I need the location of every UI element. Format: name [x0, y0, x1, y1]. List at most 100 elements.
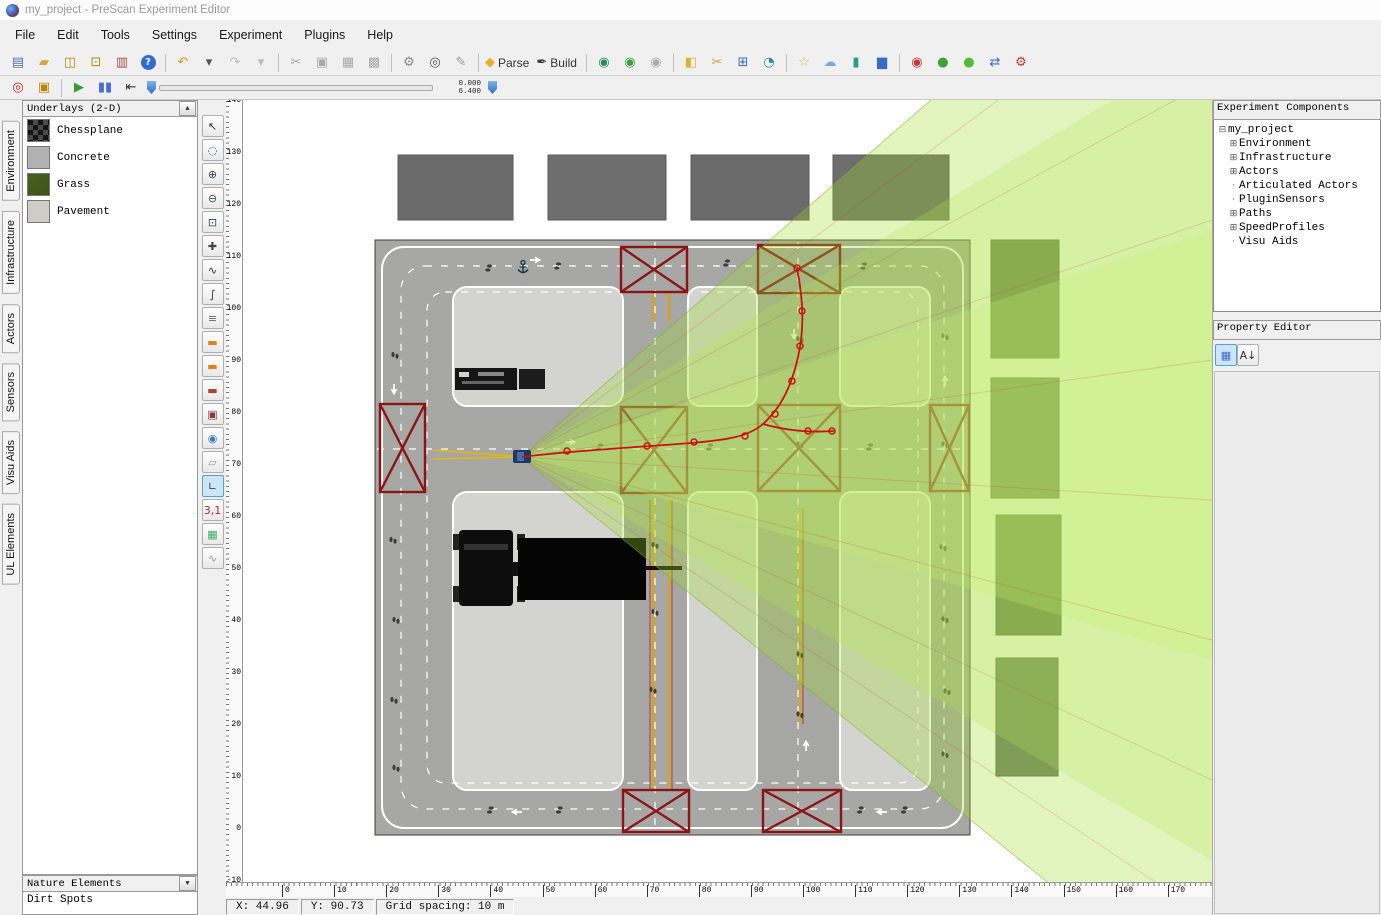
menu-experiment[interactable]: Experiment	[208, 23, 293, 47]
scroll-down-button[interactable]: ▼	[179, 876, 196, 891]
export-button[interactable]: ⇄	[982, 51, 1008, 75]
road-junction-tool-button[interactable]: ▬	[201, 379, 224, 401]
spline-tool-button[interactable]: ∫	[201, 283, 224, 305]
timeline-slider-track[interactable]	[159, 84, 433, 91]
expand-icon[interactable]: ⊞	[1228, 167, 1239, 177]
redo-button[interactable]: ↷	[222, 51, 248, 75]
redo-dropdown-button[interactable]: ▾	[248, 51, 274, 75]
paste-button[interactable]: ▦	[335, 51, 361, 75]
menu-help[interactable]: Help	[356, 23, 404, 47]
expand-icon[interactable]: ⊞	[1228, 153, 1239, 163]
chart-button[interactable]: ▆	[869, 51, 895, 75]
import-button[interactable]: ⊡	[83, 51, 109, 75]
menu-file[interactable]: File	[4, 23, 46, 47]
save-button[interactable]: ◫	[57, 51, 83, 75]
pencil-button[interactable]: ✎	[448, 51, 474, 75]
underlay-item-chessplane[interactable]: Chessplane	[23, 117, 197, 144]
tab-visu-aids[interactable]: Visu Aids	[2, 431, 20, 495]
zoom-out-tool-button[interactable]: ⊖	[201, 187, 224, 209]
curve-gray-tool-button[interactable]: ∿	[201, 547, 224, 569]
tree-item-my-project[interactable]: ⊟ my_project	[1217, 123, 1380, 137]
tree-item-infrastructure[interactable]: ⊞ Infrastructure	[1228, 151, 1380, 165]
tree-item-speedprofiles[interactable]: ⊞ SpeedProfiles	[1228, 221, 1380, 235]
build-button[interactable]: ✒ Build	[534, 51, 582, 75]
nature-item-dirt-spots[interactable]: Dirt Spots	[22, 892, 198, 915]
tree-item-articulated-actors[interactable]: · Articulated Actors	[1228, 179, 1380, 193]
cut-button[interactable]: ✂	[283, 51, 309, 75]
expand-icon[interactable]: ⊟	[1217, 125, 1228, 135]
help-button[interactable]: ?	[135, 51, 161, 75]
underlay-item-grass[interactable]: Grass	[23, 171, 197, 198]
truck-trailer-actor[interactable]	[455, 368, 545, 390]
clock-button[interactable]: ◔	[756, 51, 782, 75]
menu-settings[interactable]: Settings	[141, 23, 208, 47]
tree-item-paths[interactable]: ⊞ Paths	[1228, 207, 1380, 221]
experiment-canvas[interactable]	[226, 100, 1212, 882]
play-button[interactable]: ▶	[66, 76, 92, 100]
tree-item-environment[interactable]: ⊞ Environment	[1228, 137, 1380, 151]
road-segment-tool-button[interactable]: ▬	[201, 331, 224, 353]
path-tool-button[interactable]: ∿	[201, 259, 224, 281]
table-button[interactable]: ⊞	[730, 51, 756, 75]
pump-button[interactable]: ▮	[843, 51, 869, 75]
tab-sensors[interactable]: Sensors	[2, 362, 20, 422]
tree-item-pluginsensors[interactable]: · PluginSensors	[1228, 193, 1380, 207]
timeline-slider-handle[interactable]	[147, 81, 156, 94]
tree-item-visu-aids[interactable]: · Visu Aids	[1228, 235, 1380, 249]
wrench-button[interactable]: ⚙	[396, 51, 422, 75]
menu-edit[interactable]: Edit	[46, 23, 90, 47]
traffic-light-button[interactable]: ◉	[904, 51, 930, 75]
secondary-slider-handle[interactable]	[488, 81, 497, 94]
pan-tool-button[interactable]: ✚	[201, 235, 224, 257]
globe-disabled-button[interactable]: ◉	[643, 51, 669, 75]
new-button[interactable]: ▤	[5, 51, 31, 75]
sort-alphabetical-button[interactable]: A↓	[1237, 344, 1259, 366]
pause-button[interactable]: ▮▮	[92, 76, 118, 100]
categorized-button[interactable]: ▦	[1215, 344, 1237, 366]
paint-button[interactable]: ◧	[678, 51, 704, 75]
eraser-tool-button[interactable]: ▱	[201, 451, 224, 473]
road-bend-tool-button[interactable]: ▬	[201, 355, 224, 377]
measure-tool-button[interactable]: ∟	[201, 475, 224, 497]
select-tool-button[interactable]: ↖	[201, 115, 224, 137]
rewind-button[interactable]: ⇤	[118, 76, 144, 100]
zoom-region-tool-button[interactable]: ⊡	[201, 211, 224, 233]
sphere-green-button[interactable]: ●	[930, 51, 956, 75]
star-button[interactable]: ☆	[791, 51, 817, 75]
globe-3d-button[interactable]: ◉	[591, 51, 617, 75]
parse-button[interactable]: ◆ Parse	[483, 51, 534, 75]
tab-infrastructure[interactable]: Infrastructure	[2, 210, 20, 294]
tab-environment[interactable]: Environment	[2, 121, 20, 201]
tree-item-actors[interactable]: ⊞ Actors	[1228, 165, 1380, 179]
globe-viewer-button[interactable]: ◉	[617, 51, 643, 75]
menu-tools[interactable]: Tools	[90, 23, 141, 47]
open-button[interactable]: ▰	[31, 51, 57, 75]
underlay-item-concrete[interactable]: Concrete	[23, 144, 197, 171]
menu-plugins[interactable]: Plugins	[293, 23, 356, 47]
copy-button[interactable]: ▣	[309, 51, 335, 75]
road-cut-button[interactable]: ✂	[704, 51, 730, 75]
sphere-tool-button[interactable]: ◉	[201, 427, 224, 449]
camera-tool-button[interactable]: ▣	[201, 403, 224, 425]
zoom-in-tool-button[interactable]: ⊕	[201, 163, 224, 185]
sphere-lime-button[interactable]: ●	[956, 51, 982, 75]
gear-red-button[interactable]: ⚙	[1008, 51, 1034, 75]
legend-tool-button[interactable]: ▦	[201, 523, 224, 545]
undo-dropdown-button[interactable]: ▾	[196, 51, 222, 75]
tab-ul-elements[interactable]: UL Elements	[2, 504, 20, 585]
expand-icon[interactable]: ⊞	[1228, 209, 1239, 219]
snap-tool-button[interactable]: ≡	[201, 307, 224, 329]
undo-button[interactable]: ↶	[170, 51, 196, 75]
expand-icon[interactable]: ⊞	[1228, 139, 1239, 149]
index-tool-button[interactable]: 3,1	[201, 499, 224, 521]
scroll-up-button[interactable]: ▲	[179, 101, 196, 116]
underlay-item-pavement[interactable]: Pavement	[23, 198, 197, 225]
snapshot-button[interactable]: ▣	[31, 76, 57, 100]
tab-actors[interactable]: Actors	[2, 303, 20, 353]
record-button[interactable]: ◎	[5, 76, 31, 100]
report-button[interactable]: ▥	[109, 51, 135, 75]
search-edit-button[interactable]: ◎	[422, 51, 448, 75]
cloud-button[interactable]: ☁	[817, 51, 843, 75]
zoom-tool-button[interactable]: ◌	[201, 139, 224, 161]
expand-icon[interactable]: ⊞	[1228, 223, 1239, 233]
